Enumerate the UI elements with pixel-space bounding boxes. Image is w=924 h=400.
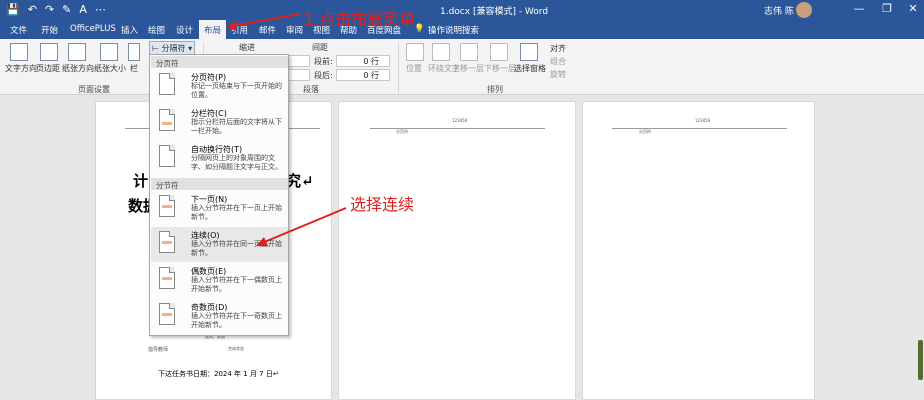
annotation-arrows [226,13,347,246]
arrow-to-continuous [261,207,347,244]
arrowhead-icon [226,21,236,31]
arrow-to-layout-tab [231,13,301,27]
